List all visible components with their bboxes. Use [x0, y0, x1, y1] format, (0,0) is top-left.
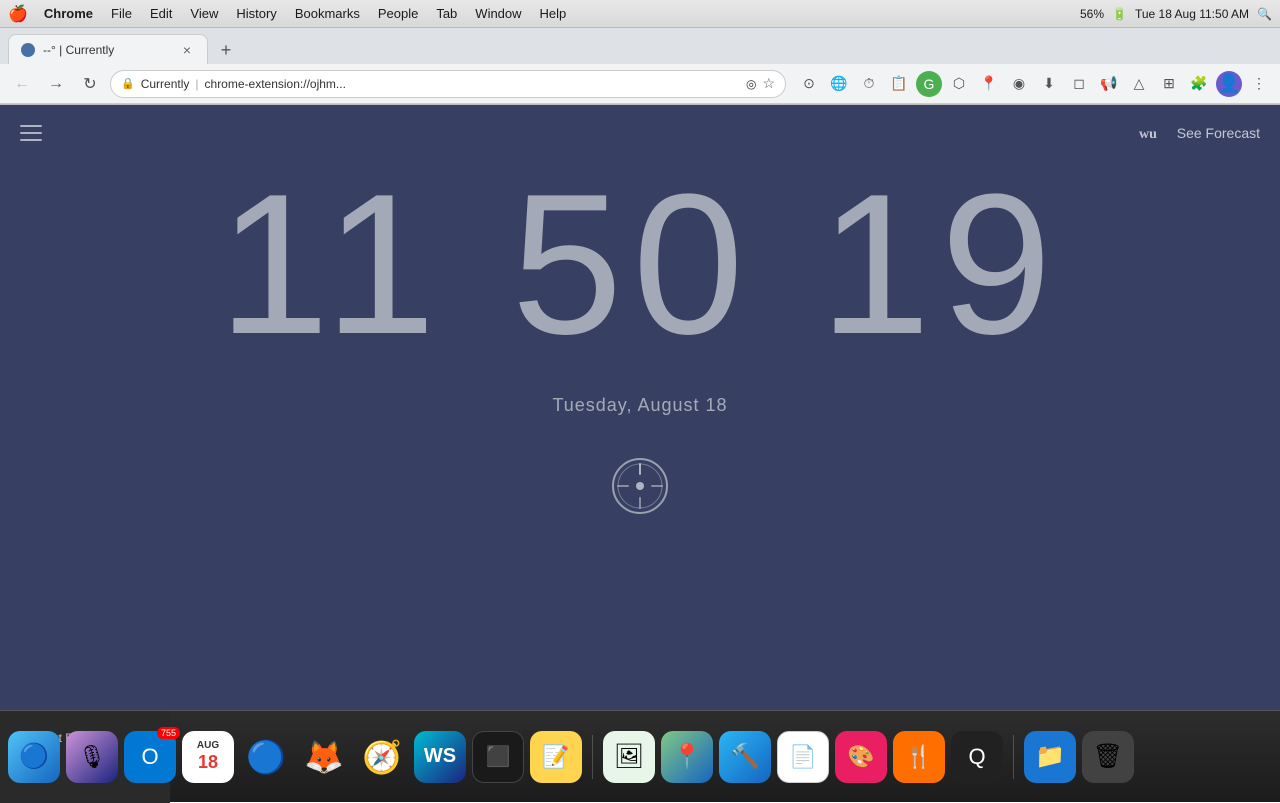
menubar-people[interactable]: People [370, 4, 426, 23]
omnibox-url: chrome-extension://ojhm... [205, 77, 740, 91]
dock-area: ▼ Smart Folders ✉ 📅 👤 🔵 🎙 O 755 AUG18 🔵 [0, 710, 1280, 802]
svg-text:wu: wu [1139, 127, 1157, 142]
hamburger-menu[interactable] [20, 125, 42, 141]
extensions-button[interactable]: 🧩 [1186, 71, 1212, 97]
tab-bar: --° | Currently × + [0, 28, 1280, 64]
toolbar-icon-13[interactable]: ⊞ [1156, 71, 1182, 97]
omnibox[interactable]: 🔒 Currently | chrome-extension://ojhm...… [110, 70, 786, 98]
dock-stickies[interactable]: 📝 [530, 731, 582, 783]
battery-icon: 🔋 [1112, 7, 1127, 21]
menubar-edit[interactable]: Edit [142, 4, 180, 23]
dock-xcode[interactable]: 🔨 [719, 731, 771, 783]
dock-finder[interactable]: 🔵 [8, 731, 60, 783]
search-icon[interactable]: 🔍 [1257, 7, 1272, 21]
clock-display: 11 50 19 [218, 165, 1062, 365]
dock-icons-row: 🔵 🎙 O 755 AUG18 🔵 🦊 🧭 WS ⬛ 📝 [0, 723, 1142, 791]
forward-button[interactable]: → [42, 70, 70, 98]
dock-separator-2 [1013, 735, 1014, 779]
extension-icon: 🔒 [121, 77, 135, 90]
reload-button[interactable]: ↻ [76, 70, 104, 98]
omnibox-extension-label: Currently [141, 77, 190, 91]
dock-downloads[interactable]: 📁 [1024, 731, 1076, 783]
menubar-history[interactable]: History [228, 4, 284, 23]
hamburger-line-2 [20, 132, 42, 134]
dock-preview[interactable]: 🖼 [603, 731, 655, 783]
hamburger-line-3 [20, 139, 42, 141]
dock-webstorm[interactable]: WS [414, 731, 466, 783]
new-tab-button[interactable]: + [212, 36, 240, 64]
datetime-display: Tue 18 Aug 11:50 AM [1135, 7, 1249, 21]
dock-terminal[interactable]: ⬛ [472, 731, 524, 783]
menubar-chrome[interactable]: Chrome [36, 4, 101, 23]
toolbar-icon-4[interactable]: 📋 [886, 71, 912, 97]
tab-close-button[interactable]: × [179, 42, 195, 58]
dock-siri[interactable]: 🎙 [66, 731, 118, 783]
menubar-bookmarks[interactable]: Bookmarks [287, 4, 368, 23]
apple-menu[interactable]: 🍎 [8, 4, 28, 24]
toolbar-icon-9[interactable]: ⬇ [1036, 71, 1062, 97]
extension-content: wu See Forecast 11 50 19 Tuesday, August… [0, 105, 1280, 710]
toolbar-icon-12[interactable]: △ [1126, 71, 1152, 97]
toolbar-icon-10[interactable]: ◻ [1066, 71, 1092, 97]
dock-separator [592, 735, 593, 779]
bookmark-star-icon[interactable]: ☆ [762, 75, 775, 92]
battery-percentage: 56% [1080, 7, 1104, 21]
toolbar-icon-8[interactable]: ◉ [1006, 71, 1032, 97]
address-bar: ← → ↻ 🔒 Currently | chrome-extension://o… [0, 64, 1280, 104]
toolbar-icon-6[interactable]: ⬡ [946, 71, 972, 97]
toolbar-icon-7[interactable]: 📍 [976, 71, 1002, 97]
dock-calendar[interactable]: AUG18 [182, 731, 234, 783]
back-button[interactable]: ← [8, 70, 36, 98]
dock-textedit[interactable]: 📄 [777, 731, 829, 783]
toolbar-icon-3[interactable]: ⏱ [856, 71, 882, 97]
dock-quicksilver[interactable]: Q [951, 731, 1003, 783]
toolbar-icons: ⊙ 🌐 ⏱ 📋 G ⬡ 📍 ◉ ⬇ ◻ 📢 △ ⊞ 🧩 👤 ⋮ [796, 71, 1272, 97]
menubar-help[interactable]: Help [532, 4, 575, 23]
compass-icon[interactable] [610, 456, 670, 516]
hamburger-line-1 [20, 125, 42, 127]
menubar-view[interactable]: View [182, 4, 226, 23]
dock-chrome[interactable]: 🔵 [240, 731, 292, 783]
toolbar-icon-11[interactable]: 📢 [1096, 71, 1122, 97]
dock-outlook[interactable]: O 755 [124, 731, 176, 783]
dock-fork[interactable]: 🍴 [893, 731, 945, 783]
chrome-menu-button[interactable]: ⋮ [1246, 71, 1272, 97]
menubar-window[interactable]: Window [467, 4, 529, 23]
menubar-right: 56% 🔋 Tue 18 Aug 11:50 AM 🔍 [1080, 7, 1272, 21]
tab-title: --° | Currently [43, 43, 171, 57]
location-icon: ◎ [746, 77, 756, 91]
profile-avatar[interactable]: 👤 [1216, 71, 1242, 97]
toolbar-icon-5[interactable]: G [916, 71, 942, 97]
wu-logo-icon: wu [1139, 123, 1169, 143]
forecast-label: See Forecast [1177, 125, 1260, 141]
tab-favicon [21, 43, 35, 57]
menubar-tab[interactable]: Tab [428, 4, 465, 23]
toolbar-icon-2[interactable]: 🌐 [826, 71, 852, 97]
dock-safari[interactable]: 🧭 [356, 731, 408, 783]
dock-colorsnapper[interactable]: 🎨 [835, 731, 887, 783]
dock-firefox[interactable]: 🦊 [298, 731, 350, 783]
dock-maps[interactable]: 📍 [661, 731, 713, 783]
chrome-frame: --° | Currently × + ← → ↻ 🔒 Currently | … [0, 28, 1280, 105]
active-tab[interactable]: --° | Currently × [8, 34, 208, 64]
menubar: 🍎 Chrome File Edit View History Bookmark… [0, 0, 1280, 28]
forecast-button[interactable]: wu See Forecast [1139, 123, 1260, 143]
toolbar-icon-1[interactable]: ⊙ [796, 71, 822, 97]
dock-trash[interactable]: 🗑 [1082, 731, 1134, 783]
date-display: Tuesday, August 18 [552, 395, 727, 416]
menubar-file[interactable]: File [103, 4, 140, 23]
